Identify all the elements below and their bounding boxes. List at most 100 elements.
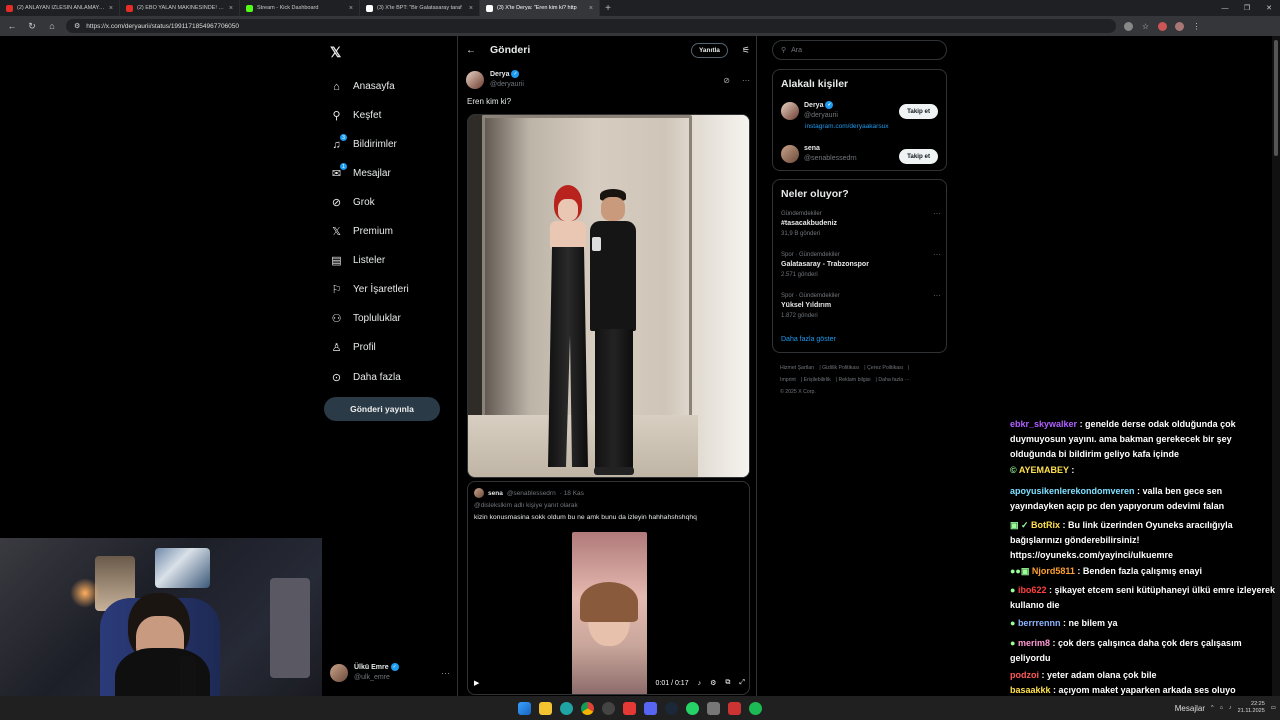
- chat-username[interactable]: apoyusikenlerekondomveren: [1010, 486, 1135, 496]
- windows-start-icon[interactable]: [518, 701, 531, 715]
- x-logo-icon[interactable]: 𝕏: [330, 44, 341, 61]
- tweet-photo[interactable]: [467, 114, 750, 478]
- footer-link[interactable]: Imprint: [780, 377, 796, 383]
- person-name[interactable]: Derya: [804, 102, 823, 109]
- video-player[interactable]: [572, 532, 647, 694]
- pip-icon[interactable]: ⧉: [725, 679, 730, 687]
- reload-icon[interactable]: ↻: [26, 21, 38, 32]
- chat-username[interactable]: ebkr_skywalker: [1010, 419, 1077, 429]
- play-icon[interactable]: ▶: [474, 679, 479, 687]
- nav-item-bildirimler[interactable]: ♫ 3 Bildirimler: [330, 134, 397, 151]
- nav-item-topluluklar[interactable]: ⚇ Topluluklar: [330, 312, 401, 325]
- more-dots-icon[interactable]: ···: [441, 668, 450, 678]
- fullscreen-icon[interactable]: ⤢: [739, 679, 745, 687]
- browser-tab[interactable]: Stream - Kick Dashboard ×: [240, 0, 360, 16]
- close-tab-icon[interactable]: ×: [469, 5, 473, 12]
- reply-button[interactable]: Yanıtla: [690, 42, 728, 58]
- close-tab-icon[interactable]: ×: [589, 5, 593, 12]
- notification-icon[interactable]: ▭: [1271, 705, 1276, 711]
- chat-username[interactable]: merim8: [1018, 638, 1050, 648]
- more-dots-icon[interactable]: ···: [742, 76, 750, 85]
- trend-item[interactable]: Gündemdekiler #tasacakbudeniz 31,9 B gön…: [781, 209, 941, 239]
- volume-icon[interactable]: ♪: [698, 680, 702, 687]
- back-arrow-icon[interactable]: ←: [466, 45, 476, 56]
- discord-icon[interactable]: [644, 701, 657, 715]
- avatar[interactable]: [466, 71, 484, 89]
- url-field[interactable]: ⚙ https://x.com/deryaurii/status/19911718…: [66, 19, 1116, 33]
- person-name[interactable]: sena: [804, 144, 857, 154]
- nav-item-daha-fazla[interactable]: ⊙ Daha fazla: [330, 371, 401, 384]
- follow-button[interactable]: Takip et: [899, 104, 938, 119]
- account-switcher[interactable]: Ülkü Emre ✓ @ulk_emre ···: [330, 660, 450, 686]
- author-name[interactable]: Derya: [490, 71, 509, 78]
- profile-avatar-icon[interactable]: [1175, 21, 1184, 31]
- spotify-icon[interactable]: [749, 701, 762, 715]
- trend-item[interactable]: Spor · Gündemdekiler Galatasaray - Trabz…: [781, 250, 941, 280]
- maximize-icon[interactable]: ❐: [1236, 0, 1258, 16]
- new-tab-button[interactable]: +: [600, 0, 616, 16]
- close-tab-icon[interactable]: ×: [229, 5, 233, 12]
- close-tab-icon[interactable]: ×: [109, 5, 113, 12]
- grok-icon[interactable]: ⊘: [723, 76, 730, 85]
- clock[interactable]: 22:25 21.11.2025: [1238, 701, 1265, 715]
- profile-link[interactable]: instagram.com/deryaakarsux: [805, 123, 888, 130]
- app-icon[interactable]: [707, 701, 720, 715]
- browser-tab[interactable]: (2) EBO YALAN MAKİNESİNDE! Her ×: [120, 0, 240, 16]
- nav-item-grok[interactable]: ⊘ Grok: [330, 196, 375, 209]
- chrome-icon[interactable]: [581, 701, 594, 715]
- edge-icon[interactable]: [560, 701, 573, 715]
- nav-item-mesajlar[interactable]: ✉ 1 Mesajlar: [330, 163, 391, 180]
- avatar[interactable]: [781, 102, 799, 120]
- quoted-tweet[interactable]: sena @senablessedrn · 18 Kas @dislekslki…: [467, 481, 750, 695]
- steam-icon[interactable]: [665, 701, 678, 715]
- settings-icon[interactable]: ⚙: [710, 679, 716, 687]
- nav-item-keşfet[interactable]: ⚲ Keşfet: [330, 109, 381, 122]
- footer-link[interactable]: Gizlilik Politikası: [822, 365, 859, 371]
- app-icon[interactable]: [623, 701, 636, 715]
- more-dots-icon[interactable]: ···: [933, 291, 941, 301]
- footer-link[interactable]: Erişilebilirlik: [804, 377, 831, 383]
- close-window-icon[interactable]: ✕: [1258, 0, 1280, 16]
- footer-link[interactable]: Daha fazla ···: [878, 377, 909, 383]
- chat-username[interactable]: basaakkk: [1010, 685, 1051, 695]
- follow-button[interactable]: Takip et: [899, 149, 938, 164]
- footer-link[interactable]: Çerez Politikası: [867, 365, 903, 371]
- browser-tab-active[interactable]: (3) X'te Derya: "Eren kim ki? http ×: [480, 0, 600, 16]
- footer-link[interactable]: Reklam bilgisi: [839, 377, 871, 383]
- search-input[interactable]: ⚲ Ara: [772, 40, 947, 60]
- more-dots-icon[interactable]: ···: [933, 250, 941, 260]
- author-handle[interactable]: @deryaurii: [490, 80, 717, 90]
- nav-item-premium[interactable]: 𝕏 Premium: [330, 225, 393, 238]
- show-more-link[interactable]: Daha fazla göster: [781, 336, 836, 343]
- chat-username[interactable]: Njord5811: [1032, 566, 1075, 576]
- chat-username[interactable]: berrrennn: [1018, 618, 1061, 628]
- chat-username[interactable]: ibo622: [1018, 585, 1047, 595]
- nav-item-listeler[interactable]: ▤ Listeler: [330, 254, 385, 267]
- back-icon[interactable]: ←: [6, 21, 18, 31]
- scrollbar-thumb[interactable]: [1274, 40, 1278, 156]
- obs-icon[interactable]: [602, 701, 615, 715]
- close-tab-icon[interactable]: ×: [349, 5, 353, 12]
- more-dots-icon[interactable]: ···: [933, 209, 941, 219]
- nav-item-yer-i-şaretleri[interactable]: ⚐ Yer İşaretleri: [330, 283, 409, 296]
- avatar[interactable]: [781, 145, 799, 163]
- chat-username[interactable]: podzoi: [1010, 670, 1039, 680]
- messages-label[interactable]: Mesajlar: [1175, 704, 1205, 713]
- app-icon[interactable]: [728, 701, 741, 715]
- extension-icon[interactable]: [1158, 21, 1167, 31]
- network-icon[interactable]: ⌂: [1220, 705, 1223, 711]
- footer-link[interactable]: Hizmet Şartları: [780, 365, 814, 371]
- chat-username[interactable]: AYEMABEY: [1019, 465, 1069, 475]
- extension-icon[interactable]: [1124, 21, 1133, 31]
- settings-sliders-icon[interactable]: ⚟: [742, 45, 750, 56]
- browser-tab[interactable]: (3) X'te BPT: "Bir Galatasaray taraf ×: [360, 0, 480, 16]
- chat-username[interactable]: BotRix: [1031, 520, 1060, 530]
- post-button[interactable]: Gönderi yayınla: [324, 397, 440, 421]
- browser-tab[interactable]: (2) ANLAYAN İZLESİN ANLAMAYAN ×: [0, 0, 120, 16]
- file-explorer-icon[interactable]: [539, 701, 552, 715]
- chevron-up-icon[interactable]: ^: [1211, 705, 1214, 711]
- whatsapp-icon[interactable]: [686, 701, 699, 715]
- nav-item-anasayfa[interactable]: ⌂ Anasayfa: [330, 80, 395, 93]
- site-info-icon[interactable]: ⚙: [74, 22, 80, 30]
- bookmark-star-icon[interactable]: ☆: [1141, 22, 1150, 31]
